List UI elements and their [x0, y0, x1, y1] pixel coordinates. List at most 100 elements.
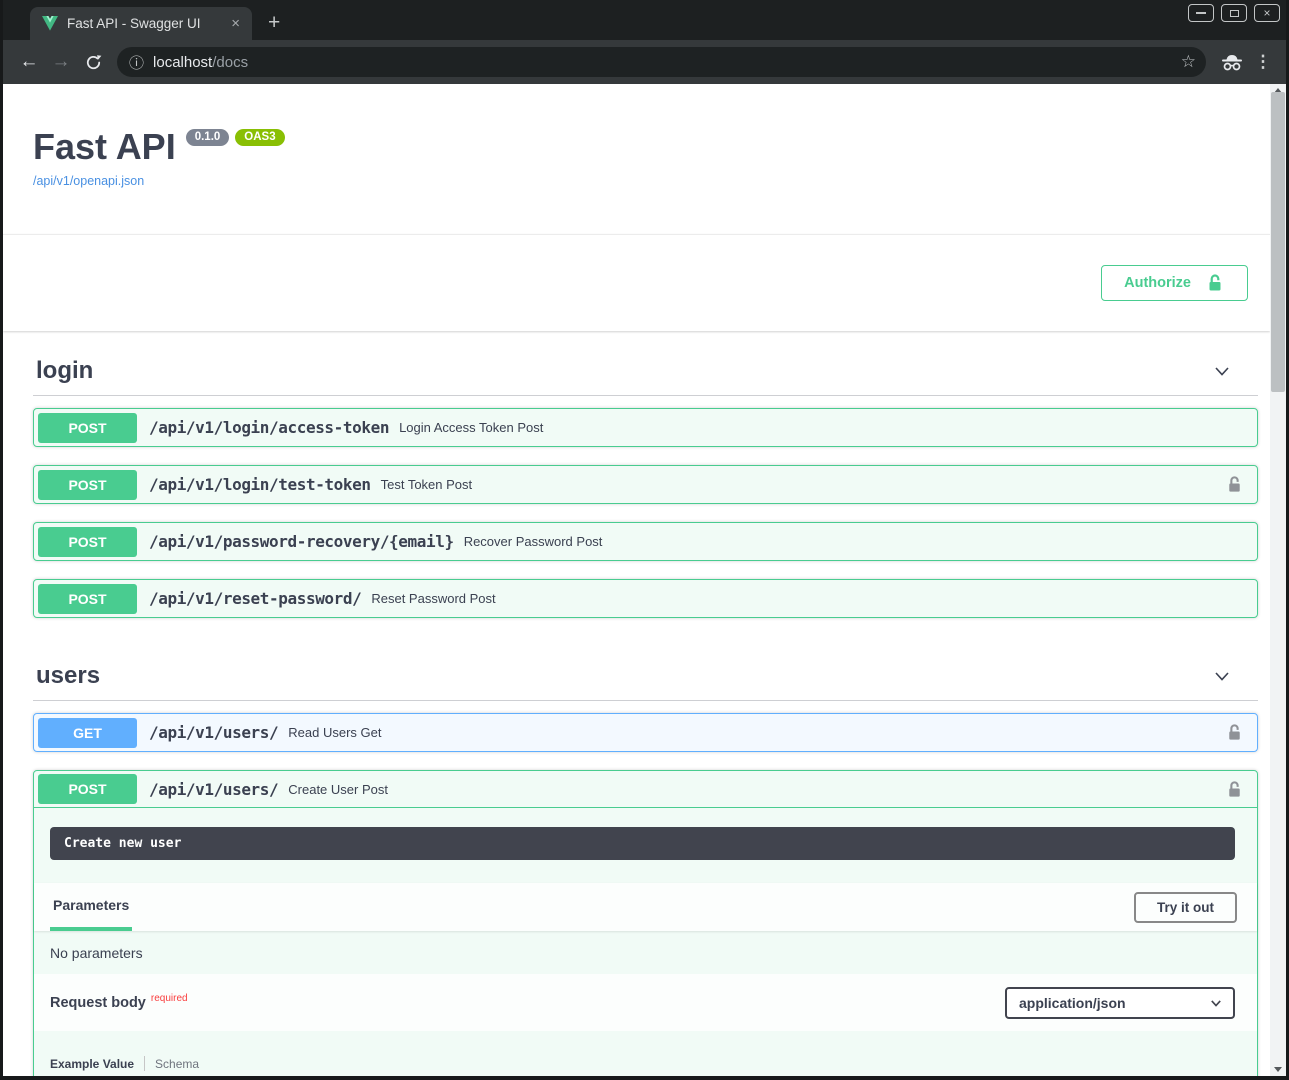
- tab-example-value[interactable]: Example Value: [50, 1057, 144, 1071]
- request-body-header: Request body required application/json: [34, 974, 1257, 1031]
- endpoint-summary-row[interactable]: POST /api/v1/login/test-token Test Token…: [34, 466, 1257, 503]
- scrollbar-thumb[interactable]: [1271, 92, 1285, 392]
- close-icon: ×: [1263, 7, 1270, 19]
- auth-lock-icon[interactable]: [1225, 723, 1244, 742]
- endpoint-summary-row[interactable]: GET /api/v1/users/ Read Users Get: [34, 714, 1257, 751]
- api-section: users GET /api/v1/users/ Read Users Get …: [33, 636, 1258, 1076]
- close-button[interactable]: ×: [1254, 4, 1280, 22]
- scheme-container: Authorize: [3, 234, 1270, 331]
- method-badge: GET: [38, 718, 137, 748]
- section-title: users: [36, 662, 100, 690]
- operation-body: Create new user Parameters Try it out No…: [34, 827, 1257, 1076]
- unlocked-padlock-icon: [1205, 273, 1225, 293]
- scrollbar[interactable]: [1270, 84, 1286, 1076]
- address-bar[interactable]: ⓘ localhost /docs ☆: [117, 47, 1206, 77]
- reload-button[interactable]: [77, 46, 109, 78]
- page-content: Fast API 0.1.0 OAS3 /api/v1/openapi.json…: [3, 84, 1286, 1076]
- endpoint-description: Test Token Post: [381, 477, 1225, 492]
- no-parameters-text: No parameters: [34, 931, 1257, 974]
- tab-parameters[interactable]: Parameters: [50, 883, 132, 931]
- browser-window: Fast API - Swagger UI × + × ← → ⓘ localh…: [0, 0, 1289, 1080]
- operation-description: Create new user: [50, 827, 1235, 860]
- method-badge: POST: [38, 413, 137, 443]
- maximize-icon: [1230, 10, 1239, 17]
- url-host: localhost: [153, 54, 212, 71]
- method-badge: POST: [38, 584, 137, 614]
- minimize-button[interactable]: [1188, 4, 1214, 22]
- method-badge: POST: [38, 774, 137, 804]
- browser-toolbar: ← → ⓘ localhost /docs ☆ ⋮: [3, 40, 1286, 84]
- fastapi-favicon: [42, 16, 58, 31]
- endpoint-block: POST /api/v1/reset-password/ Reset Passw…: [33, 579, 1258, 618]
- oas-badge: OAS3: [235, 129, 284, 146]
- window-titlebar: Fast API - Swagger UI × + ×: [3, 0, 1286, 40]
- openapi-spec-link[interactable]: /api/v1/openapi.json: [33, 174, 144, 188]
- authorize-label: Authorize: [1124, 275, 1191, 291]
- browser-tab[interactable]: Fast API - Swagger UI ×: [30, 7, 252, 40]
- endpoint-path: /api/v1/users/: [149, 780, 278, 799]
- endpoint-path: /api/v1/login/test-token: [149, 475, 371, 494]
- section-title: login: [36, 357, 93, 385]
- section-header[interactable]: users: [33, 636, 1258, 701]
- chevron-down-icon: [1212, 666, 1232, 686]
- api-info: Fast API 0.1.0 OAS3 /api/v1/openapi.json: [3, 84, 1270, 190]
- incognito-icon: [1220, 54, 1244, 71]
- authorize-button[interactable]: Authorize: [1101, 265, 1248, 301]
- endpoint-description: Reset Password Post: [371, 591, 1253, 606]
- method-badge: POST: [38, 470, 137, 500]
- swagger-page: Fast API 0.1.0 OAS3 /api/v1/openapi.json…: [3, 84, 1270, 1076]
- try-it-out-button[interactable]: Try it out: [1134, 892, 1237, 923]
- body-tabs: Example Value Schema: [50, 1056, 1235, 1071]
- page-title: Fast API: [33, 126, 176, 167]
- back-button[interactable]: ←: [13, 46, 45, 78]
- endpoint-list: GET /api/v1/users/ Read Users Get POST /…: [33, 701, 1258, 1076]
- method-badge: POST: [38, 527, 137, 557]
- endpoint-path: /api/v1/users/: [149, 723, 278, 742]
- tab-schema[interactable]: Schema: [145, 1057, 199, 1071]
- endpoint-block: POST /api/v1/password-recovery/{email} R…: [33, 522, 1258, 561]
- endpoint-description: Create User Post: [288, 782, 1225, 797]
- endpoint-summary-row[interactable]: POST /api/v1/login/access-token Login Ac…: [34, 409, 1257, 446]
- endpoint-block: POST /api/v1/users/ Create User Post Cre…: [33, 770, 1258, 1076]
- endpoint-summary-row[interactable]: POST /api/v1/password-recovery/{email} R…: [34, 523, 1257, 560]
- endpoint-summary-row[interactable]: POST /api/v1/reset-password/ Reset Passw…: [34, 580, 1257, 617]
- forward-button[interactable]: →: [45, 46, 77, 78]
- required-label: required: [151, 993, 188, 1004]
- request-body-label: Request body: [50, 995, 146, 1011]
- tab-title: Fast API - Swagger UI: [67, 16, 227, 31]
- browser-menu-icon[interactable]: ⋮: [1250, 52, 1276, 72]
- version-badge: 0.1.0: [186, 129, 230, 146]
- media-type-select[interactable]: application/json: [1005, 987, 1235, 1019]
- endpoint-path: /api/v1/password-recovery/{email}: [149, 532, 454, 551]
- url-path: /docs: [212, 54, 248, 71]
- endpoint-summary-row[interactable]: POST /api/v1/users/ Create User Post: [34, 771, 1257, 808]
- maximize-button[interactable]: [1221, 4, 1247, 22]
- api-section: login POST /api/v1/login/access-token Lo…: [33, 331, 1258, 618]
- version-badges: 0.1.0 OAS3: [186, 129, 285, 146]
- parameters-header: Parameters Try it out: [34, 883, 1257, 931]
- auth-lock-icon[interactable]: [1225, 475, 1244, 494]
- bookmark-star-icon[interactable]: ☆: [1181, 52, 1196, 72]
- scroll-down-arrow[interactable]: [1274, 1067, 1282, 1072]
- endpoint-list: POST /api/v1/login/access-token Login Ac…: [33, 396, 1258, 618]
- chevron-down-icon: [1212, 361, 1232, 381]
- section-header[interactable]: login: [33, 331, 1258, 396]
- endpoint-description: Read Users Get: [288, 725, 1225, 740]
- minimize-icon: [1196, 12, 1206, 14]
- endpoint-block: GET /api/v1/users/ Read Users Get: [33, 713, 1258, 752]
- endpoint-block: POST /api/v1/login/access-token Login Ac…: [33, 408, 1258, 447]
- endpoint-description: Recover Password Post: [464, 534, 1253, 549]
- operations-wrap: login POST /api/v1/login/access-token Lo…: [33, 331, 1258, 1076]
- chevron-down-icon: [1209, 996, 1223, 1010]
- auth-lock-icon[interactable]: [1225, 780, 1244, 799]
- new-tab-button[interactable]: +: [268, 11, 280, 35]
- site-info-icon[interactable]: ⓘ: [129, 52, 144, 73]
- endpoint-path: /api/v1/reset-password/: [149, 589, 361, 608]
- media-type-value: application/json: [1019, 995, 1126, 1011]
- window-controls: ×: [1188, 4, 1280, 22]
- endpoint-path: /api/v1/login/access-token: [149, 418, 389, 437]
- endpoint-block: POST /api/v1/login/test-token Test Token…: [33, 465, 1258, 504]
- tab-close-icon[interactable]: ×: [227, 15, 244, 32]
- endpoint-description: Login Access Token Post: [399, 420, 1253, 435]
- reload-icon: [85, 54, 102, 71]
